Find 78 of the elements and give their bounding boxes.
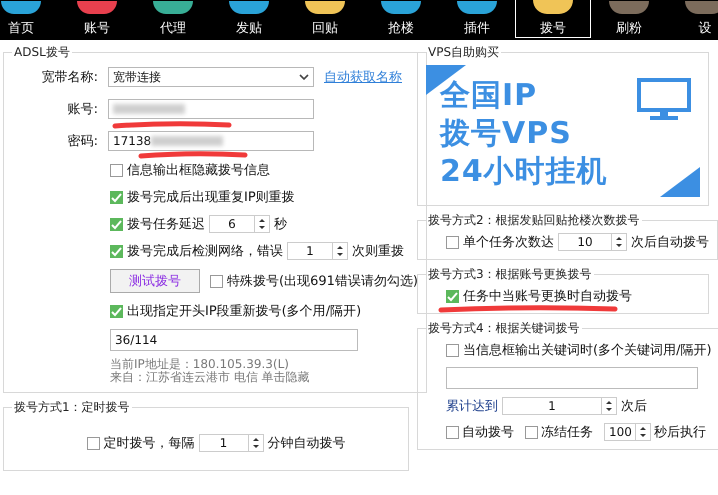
- toolbar-tab[interactable]: 发贴: [211, 0, 287, 38]
- option-label: 单个任务次数达: [463, 234, 554, 251]
- ip-info-text[interactable]: 来自：江苏省连云港市 电信 单击隐藏: [110, 371, 418, 384]
- checkbox[interactable]: [86, 436, 100, 450]
- caret-icon: [299, 73, 309, 81]
- toolbar-tab[interactable]: 设: [667, 0, 718, 38]
- banner-text: 拨号VPS: [440, 115, 572, 153]
- unit-label: 次后自动拨号: [631, 234, 709, 251]
- field-value: 17138: [113, 134, 152, 148]
- toolbar-tab[interactable]: 插件: [439, 0, 515, 38]
- option-label: 拨号完成后检测网络，错误: [127, 243, 283, 260]
- field-label: 账号:: [66, 101, 98, 118]
- test-dial-button[interactable]: 测试拨号: [110, 269, 200, 293]
- option-label: 当信息框输出关键词时(多个关键词用/隔开): [463, 342, 712, 359]
- toolbar-tab[interactable]: 代理: [135, 0, 211, 38]
- input-field[interactable]: 36/114: [110, 329, 358, 351]
- checkbox[interactable]: [110, 190, 123, 204]
- checkbox[interactable]: [525, 426, 538, 438]
- banner-text: 24小时挂机: [440, 153, 608, 191]
- corner-triangle-icon: [660, 167, 700, 197]
- toolbar-tab[interactable]: 回贴: [287, 0, 363, 38]
- auto-get-name-link[interactable]: 自动获取名称: [324, 68, 402, 86]
- option-label: 特殊拨号(出现691错误请勿勾选): [227, 273, 418, 290]
- number-spinner[interactable]: 6: [209, 215, 270, 233]
- checkbox[interactable]: [446, 426, 459, 438]
- option-label: 冻结任务: [541, 424, 593, 441]
- broadband-dropdown[interactable]: 宽带连接: [108, 67, 314, 87]
- checkbox[interactable]: [110, 218, 123, 230]
- field-label: 密码:: [66, 133, 98, 150]
- number-spinner[interactable]: 1: [287, 242, 348, 260]
- input-field[interactable]: 17138: [108, 131, 314, 151]
- unit-label: 次则重拨: [352, 243, 404, 260]
- spinner-value: 1: [218, 436, 228, 450]
- option-label: 自动拨号: [462, 424, 514, 441]
- spinner-value: 1: [305, 244, 315, 258]
- toolbar-tab[interactable]: 抢楼: [363, 0, 439, 38]
- option-label: 累计达到: [446, 398, 498, 415]
- toolbar-tab[interactable]: 账号: [59, 0, 135, 38]
- unit-label: 秒后执行: [654, 424, 706, 441]
- toolbar-tab[interactable]: 首页: [0, 0, 59, 38]
- option-label: 拨号完成后出现重复IP则重拨: [127, 189, 295, 206]
- spinner-value: 100: [608, 425, 633, 439]
- input-field[interactable]: [108, 99, 314, 119]
- number-spinner[interactable]: 100: [604, 423, 651, 441]
- checkbox[interactable]: [446, 290, 459, 302]
- checkbox[interactable]: [210, 274, 223, 288]
- number-spinner[interactable]: 1: [198, 434, 264, 452]
- checkbox[interactable]: [446, 344, 459, 356]
- group-title: 拨号方式1：定时拨号: [13, 399, 131, 416]
- banner-text: 全国IP: [440, 77, 538, 115]
- spinner-value: 6: [227, 217, 237, 231]
- option-label: 任务中当账号更换时自动拨号: [463, 288, 632, 305]
- unit-label: 次后: [621, 398, 647, 415]
- option-label: 拨号任务延迟: [127, 216, 205, 233]
- unit-label: 秒: [274, 216, 287, 233]
- checkbox[interactable]: [110, 304, 123, 318]
- number-spinner[interactable]: 10: [558, 233, 627, 251]
- ip-info-text[interactable]: 当前IP地址是：180.105.39.3(L): [110, 358, 418, 371]
- group-title: 拨号方式4：根据关键词拨号: [427, 320, 581, 337]
- unit-label: 分钟自动拨号: [268, 435, 346, 452]
- option-label: 定时拨号，每隔: [104, 435, 194, 452]
- field-label: 宽带名称:: [40, 69, 98, 86]
- toolbar-tab[interactable]: 刷粉: [591, 0, 667, 38]
- group-title: 拨号方式3：根据账号更换拨号: [427, 266, 593, 283]
- input-field[interactable]: [446, 367, 698, 389]
- checkbox[interactable]: [110, 164, 123, 176]
- checkbox[interactable]: [446, 236, 459, 248]
- group-title: 拨号方式2：根据发贴回贴抢楼次数拨号: [427, 212, 641, 229]
- number-spinner[interactable]: 1: [502, 397, 617, 415]
- option-label: 出现指定开头IP段重新拨号(多个用/隔开): [127, 303, 362, 320]
- group-title: ADSL拨号: [13, 44, 71, 61]
- toolbar-tab[interactable]: 拨号: [515, 0, 591, 38]
- group-title: VPS自助购买: [427, 44, 500, 61]
- spinner-value: 10: [576, 235, 594, 249]
- spinner-value: 1: [547, 399, 557, 413]
- monitor-icon: [636, 77, 692, 121]
- option-label: 信息输出框隐藏拨号信息: [127, 162, 270, 179]
- checkbox[interactable]: [110, 244, 123, 258]
